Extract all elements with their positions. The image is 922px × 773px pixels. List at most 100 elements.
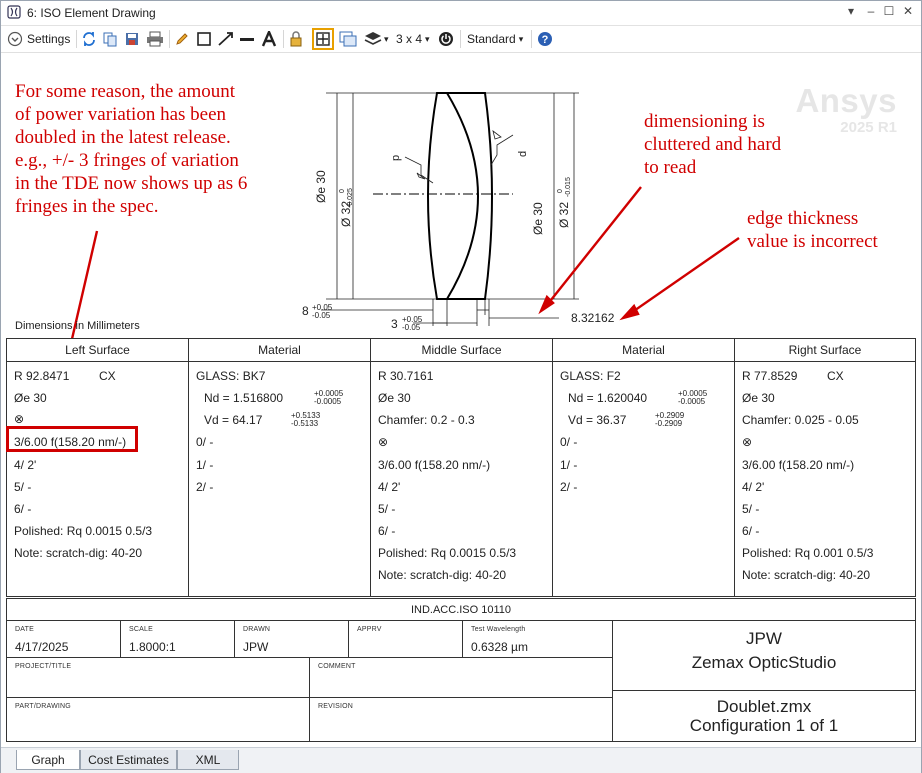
author-name: JPW — [746, 629, 782, 648]
dimensioning-annotation: dimensioning is cluttered and hard to re… — [644, 110, 781, 179]
chevron-down-circle-icon — [7, 31, 23, 47]
zoom-fit-button[interactable] — [312, 28, 334, 50]
refresh-icon — [83, 32, 95, 46]
pencil-tool-button[interactable] — [174, 28, 190, 50]
text-tool-button[interactable] — [261, 28, 277, 50]
tab-xml[interactable]: XML — [177, 750, 239, 770]
date-cell: DATE 4/17/2025 — [7, 621, 121, 658]
fit-window-icon — [316, 32, 330, 46]
glass-name: GLASS: BK7 — [196, 369, 266, 383]
part-cell: PART/DRAWING — [7, 698, 310, 741]
close-icon[interactable]: ✕ — [900, 4, 916, 18]
material-2-column: Material GLASS: F2 Nd = 1.620040 +0.0005… — [553, 339, 735, 596]
left-diameter-spec: Øe 30 — [14, 391, 47, 405]
toolbar-divider — [283, 30, 284, 48]
minimize-icon[interactable]: – — [863, 4, 879, 18]
right-effective-diameter: Øe 30 — [531, 202, 545, 235]
vd-value: Vd = 36.37 — [568, 413, 627, 427]
units-caption: Dimensions in Millimeters — [15, 320, 140, 332]
print-button[interactable] — [146, 28, 164, 50]
annotation-line: cluttered and hard — [644, 134, 782, 155]
power-highlight-box — [6, 426, 138, 452]
copy-button[interactable] — [102, 28, 118, 50]
spec-line: 6/ - — [742, 524, 760, 538]
edge-thickness-annotation: edge thickness value is incorrect — [747, 207, 878, 253]
spec-line: 0/ - — [560, 435, 578, 449]
annotation-line: of power variation has been — [15, 104, 227, 125]
tab-cost-estimates[interactable]: Cost Estimates — [80, 750, 177, 770]
annotation-line: value is incorrect — [747, 231, 878, 252]
spec-line: 4/ 2' — [742, 480, 765, 494]
column-header: Middle Surface — [371, 339, 552, 362]
left-effective-diameter: Øe 30 — [314, 170, 328, 203]
pencil-icon — [176, 33, 188, 45]
wavelength-value: 0.6328 µm — [471, 640, 528, 654]
spec-line: 5/ - — [742, 502, 760, 516]
printer-icon — [147, 31, 163, 47]
window-title: 6: ISO Element Drawing — [27, 6, 156, 20]
toolbar: Settings ▾ 3 x 4 ▾ Standard ▾ ? — [1, 26, 921, 53]
refresh-button[interactable] — [81, 28, 97, 50]
copy-icon — [103, 32, 117, 47]
help-icon: ? — [538, 32, 552, 46]
right-diameter: Ø 32 — [557, 201, 571, 228]
annotation-line: e.g., +/- 3 fringes of variation — [15, 150, 239, 171]
toolbar-divider — [76, 30, 77, 48]
layers-dropdown[interactable]: ▾ — [364, 28, 389, 50]
spec-line: 5/ - — [14, 480, 32, 494]
spec-line: Polished: Rq 0.0015 0.5/3 — [378, 546, 517, 560]
left-diameter-tol-upper: 0 — [339, 189, 346, 193]
comment-label: COMMENT — [318, 663, 356, 670]
layout-dropdown[interactable]: 3 x 4 ▾ — [396, 28, 430, 50]
drawn-cell: DRAWN JPW — [235, 621, 349, 658]
maximize-icon[interactable]: ☐ — [881, 4, 897, 18]
line-tool-button[interactable] — [239, 28, 255, 50]
center-thickness-2-tol-lower: -0.05 — [402, 323, 421, 332]
layers-icon — [364, 32, 382, 45]
middle-surface-column: Middle Surface R 30.7161 Øe 30 Chamfer: … — [371, 339, 553, 596]
apprv-label: APPRV — [357, 626, 382, 633]
settings-label: Settings — [27, 32, 71, 46]
settings-button[interactable]: Settings — [7, 28, 70, 50]
window-menu-chevron-icon[interactable]: ▾ — [843, 4, 859, 18]
annotation-line: fringes in the spec. — [15, 196, 159, 217]
window-layout-button[interactable] — [339, 28, 357, 50]
column-header: Material — [189, 339, 370, 362]
standard-label: IND.ACC.ISO 10110 — [7, 599, 915, 621]
annotation-line: edge thickness — [747, 208, 859, 229]
power-button[interactable] — [438, 28, 454, 50]
middle-diameter-spec: Øe 30 — [378, 391, 411, 405]
annotation-line: For some reason, the amount — [15, 81, 236, 102]
spec-line: Note: scratch-dig: 40-20 — [378, 568, 507, 582]
rectangle-tool-button[interactable] — [196, 28, 212, 50]
spec-line: 5/ - — [378, 502, 396, 516]
save-button[interactable] — [124, 28, 140, 50]
lock-button[interactable] — [289, 28, 303, 50]
nd-tol-lower: -0.0005 — [678, 397, 706, 406]
right-diameter-spec: Øe 30 — [742, 391, 775, 405]
rectangle-icon — [197, 32, 211, 46]
thickness-dimension-lines — [321, 309, 559, 324]
watermark-version: 2025 R1 — [840, 119, 897, 136]
right-chamfer: Chamfer: 0.025 - 0.05 — [742, 413, 859, 427]
spec-line: Polished: Rq 0.001 0.5/3 — [742, 546, 874, 560]
wavelength-label: Test Wavelength — [471, 626, 526, 633]
right-form: CX — [827, 369, 844, 383]
coating-symbol: ⊗ — [14, 412, 25, 426]
arrow-tool-button[interactable] — [217, 28, 235, 50]
spec-line: 4/ 2' — [14, 458, 37, 472]
spec-line: 2/ - — [196, 480, 214, 494]
middle-chamfer: Chamfer: 0.2 - 0.3 — [378, 413, 475, 427]
column-header: Right Surface — [735, 339, 915, 362]
tab-graph[interactable]: Graph — [16, 750, 80, 770]
file-name: Doublet.zmx — [716, 697, 812, 716]
nd-tol-lower: -0.0005 — [314, 397, 342, 406]
left-diameter-tol-lower: -0.025 — [347, 188, 354, 208]
scale-label: SCALE — [129, 626, 153, 633]
spec-line: 6/ - — [378, 524, 396, 538]
style-dropdown[interactable]: Standard ▾ — [467, 28, 523, 50]
help-button[interactable]: ? — [537, 28, 553, 50]
right-radius: R 77.8529 — [742, 369, 798, 383]
save-image-icon — [126, 33, 138, 45]
software-name: Zemax OpticStudio — [691, 653, 837, 672]
